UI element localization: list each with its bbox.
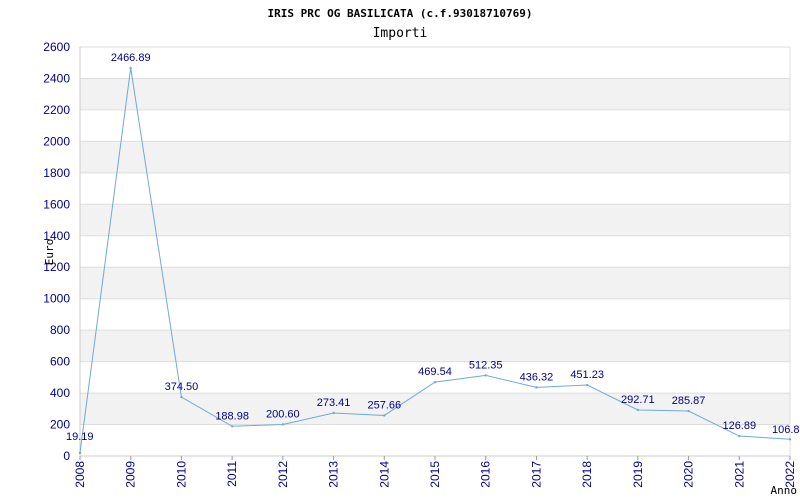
data-label: 512.35 (469, 359, 503, 371)
data-labels: 19.19 2466.89 374.50 188.98 200.60 273.41 257.… (66, 52, 800, 443)
data-label: 374.50 (165, 381, 199, 393)
x-tick-label: 2009 (124, 461, 138, 488)
y-tick-label: 1600 (43, 197, 70, 211)
y-tick-label: 2000 (43, 134, 70, 148)
data-point (433, 380, 437, 384)
data-point (484, 374, 487, 377)
data-point (383, 414, 386, 417)
chart-area: IRIS PRC OG BASILICATA (c.f.93018710769)… (43, 7, 800, 497)
data-point (585, 383, 589, 387)
y-tick-label: 2200 (43, 103, 70, 117)
data-label: 2466.89 (111, 52, 151, 64)
y-tick-label: 400 (50, 386, 70, 400)
data-label: 285.87 (672, 395, 706, 407)
chart-subtitle: Importi (373, 26, 428, 41)
y-tick-label: 2600 (43, 40, 70, 54)
data-label: 106.83 (772, 424, 800, 436)
x-tick-label: 2019 (631, 461, 645, 488)
data-label: 451.23 (570, 369, 604, 381)
data-point (535, 386, 538, 389)
data-point (180, 395, 183, 399)
x-tick-label: 2011 (225, 461, 239, 487)
x-tick-label: 2012 (276, 461, 290, 488)
data-label: 126.89 (722, 420, 756, 432)
x-tick-label: 2013 (327, 461, 341, 488)
x-tick-label: 2010 (174, 461, 188, 488)
y-tick-label: 0 (63, 449, 70, 463)
y-tick-label: 1800 (43, 166, 70, 180)
grid-band (80, 267, 790, 299)
x-axis-label: Anno (771, 484, 798, 497)
y-tick-label: 1000 (43, 292, 70, 306)
data-point (230, 425, 234, 428)
x-tick-label: 2017 (529, 461, 543, 488)
data-label: 200.60 (266, 408, 300, 420)
data-point (636, 408, 640, 412)
data-label: 188.98 (215, 410, 249, 422)
data-point (129, 66, 132, 70)
grid-band (80, 204, 790, 236)
data-label: 257.66 (367, 399, 401, 411)
data-label: 436.32 (520, 371, 554, 383)
data-label: 273.41 (317, 397, 351, 409)
x-tick-label: 2018 (580, 461, 594, 488)
x-tick-label: 2008 (73, 461, 87, 488)
data-point (788, 437, 792, 441)
grid-band (80, 141, 790, 173)
x-tick-label: 2021 (732, 461, 746, 488)
chart-title: IRIS PRC OG BASILICATA (c.f.93018710769) (268, 7, 533, 20)
x-tick-label: 2014 (377, 461, 391, 488)
data-point (738, 434, 741, 438)
y-tick-label: 800 (50, 323, 70, 337)
data-point (78, 451, 82, 455)
grid-band (80, 330, 790, 362)
y-tick-label: 2400 (43, 71, 70, 85)
data-label: 469.54 (418, 366, 452, 378)
data-label: 292.71 (621, 394, 655, 406)
data-point (332, 411, 335, 415)
y-tick-label: 600 (50, 355, 70, 369)
data-point (281, 423, 285, 426)
x-tick-labels: 2008 2009 2010 2011 2012 2013 2014 2015 2016 2017… (73, 456, 797, 488)
data-label: 19.19 (66, 431, 94, 443)
y-axis-label: Euro (43, 239, 56, 266)
y-tick-label: 200 (50, 418, 70, 432)
data-point (687, 409, 690, 413)
x-tick-label: 2020 (682, 461, 696, 488)
x-tick-label: 2015 (428, 461, 442, 488)
grid-band (80, 78, 790, 110)
x-tick-label: 2016 (479, 461, 493, 488)
